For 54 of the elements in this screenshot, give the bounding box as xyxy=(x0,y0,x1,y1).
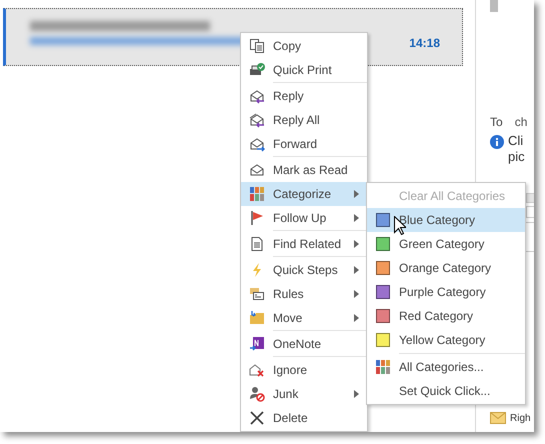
categories-icon xyxy=(249,186,265,202)
submenu-arrow-icon xyxy=(354,214,359,222)
categories-icon xyxy=(375,359,391,375)
recipient-text: ch xyxy=(514,115,528,129)
scroll-thumb xyxy=(490,0,498,12)
folder-icon xyxy=(249,310,265,326)
menu-item[interactable]: Follow Up xyxy=(241,206,367,230)
info-icon xyxy=(490,135,504,149)
submenu-item[interactable]: Green Category xyxy=(367,232,525,256)
submenu-arrow-icon xyxy=(354,390,359,398)
message-time: 14:18 xyxy=(409,36,440,50)
menu-item[interactable]: Delete xyxy=(241,406,367,430)
info-text: Cli xyxy=(508,133,524,149)
menu-item[interactable]: OneNote xyxy=(241,330,367,356)
submenu-item[interactable]: Yellow Category xyxy=(367,328,525,352)
reply-icon xyxy=(249,88,265,104)
envelope-icon xyxy=(249,162,265,178)
menu-item[interactable]: Mark as Read xyxy=(241,156,367,182)
to-label: To xyxy=(490,115,503,129)
submenu-item[interactable]: Orange Category xyxy=(367,256,525,280)
menu-item[interactable]: Reply xyxy=(241,82,367,108)
menu-item[interactable]: Copy xyxy=(241,34,367,58)
rules-icon xyxy=(249,286,265,302)
forward-icon xyxy=(249,136,265,152)
menu-item[interactable]: Ignore xyxy=(241,356,367,382)
menu-item[interactable]: Reply All xyxy=(241,108,367,132)
submenu-item[interactable]: Purple Category xyxy=(367,280,525,304)
menu-item[interactable]: Move xyxy=(241,306,367,330)
submenu-item[interactable]: Set Quick Click... xyxy=(367,379,525,403)
printer-icon xyxy=(249,62,265,78)
menu-item[interactable]: Forward xyxy=(241,132,367,156)
flag-icon xyxy=(249,210,265,226)
envelope-icon xyxy=(490,412,506,424)
junk-icon xyxy=(249,386,265,402)
ignore-icon xyxy=(249,362,265,378)
document-icon xyxy=(249,236,265,252)
reply-all-icon xyxy=(249,112,265,128)
menu-item[interactable]: Junk xyxy=(241,382,367,406)
menu-item[interactable]: Quick Steps xyxy=(241,256,367,282)
copy-icon xyxy=(249,38,265,54)
delete-icon xyxy=(249,410,265,426)
submenu-arrow-icon xyxy=(354,314,359,322)
menu-item[interactable]: Rules xyxy=(241,282,367,306)
footer-text: Righ xyxy=(510,412,531,424)
submenu-arrow-icon xyxy=(354,290,359,298)
menu-item[interactable]: Find Related xyxy=(241,230,367,256)
submenu-arrow-icon xyxy=(354,190,359,198)
submenu-item[interactable]: Red Category xyxy=(367,304,525,328)
submenu-arrow-icon xyxy=(354,266,359,274)
info-text: pic xyxy=(508,149,525,165)
submenu-arrow-icon xyxy=(354,240,359,248)
submenu-item[interactable]: All Categories... xyxy=(367,355,525,379)
menu-item[interactable]: Categorize xyxy=(241,182,367,206)
onenote-icon xyxy=(249,336,265,352)
